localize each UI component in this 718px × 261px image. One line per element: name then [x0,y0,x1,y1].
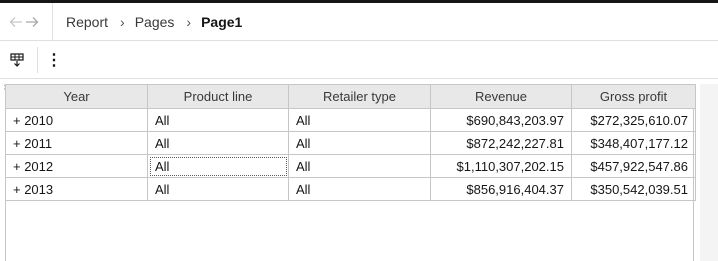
arrow-right-icon [26,17,39,27]
retailer-type-cell[interactable]: All [288,131,431,155]
gross-profit-cell[interactable]: $348,407,177.12 [571,131,696,155]
more-options-button[interactable]: ⋮ [42,41,66,79]
column-header-revenue[interactable]: Revenue [430,84,572,109]
product-line-cell[interactable]: All [147,177,289,201]
revenue-cell[interactable]: $1,110,307,202.15 [430,154,572,178]
product-line-cell[interactable]: All [147,131,289,155]
toolbar-divider [37,47,38,73]
retailer-type-cell[interactable]: All [288,108,431,132]
revenue-cell[interactable]: $690,843,203.97 [430,108,572,132]
year-cell[interactable]: + 2011 [5,131,148,155]
product-line-cell-selected[interactable]: All [147,154,289,178]
gross-profit-cell[interactable]: $272,325,610.07 [571,108,696,132]
breadcrumb: Report › Pages › Page1 [66,3,242,41]
table-filter-button[interactable] [2,41,32,79]
vertical-scrollbar[interactable] [700,84,718,261]
nav-divider [52,3,53,41]
revenue-cell[interactable]: $856,916,404.37 [430,177,572,201]
revenue-cell[interactable]: $872,242,227.81 [430,131,572,155]
table-row: + 2010 All All $690,843,203.97 $272,325,… [5,108,696,132]
retailer-type-cell[interactable]: All [288,177,431,201]
year-cell[interactable]: + 2012 [5,154,148,178]
table-row: + 2013 All All $856,916,404.37 $350,542,… [5,177,696,201]
chevron-right-icon: › [120,14,125,30]
forward-button[interactable] [20,3,44,41]
column-header-year[interactable]: Year [5,84,148,109]
breadcrumb-item-pages[interactable]: Pages [135,14,175,30]
table-row: + 2012 All All $1,110,307,202.15 $457,92… [5,154,696,178]
column-header-product-line[interactable]: Product line [147,84,289,109]
year-cell[interactable]: + 2010 [5,108,148,132]
product-line-cell[interactable]: All [147,108,289,132]
chevron-right-icon: › [186,14,192,30]
crosstab-table: Year Product line Retailer type Revenue … [5,84,696,201]
breadcrumb-item-page1: Page1 [201,14,243,30]
toolbar: ⋮ [0,41,718,79]
breadcrumb-bar: Report › Pages › Page1 [0,3,718,41]
retailer-type-cell[interactable]: All [288,154,431,178]
gross-profit-cell[interactable]: $350,542,039.51 [571,177,696,201]
column-header-gross-profit[interactable]: Gross profit [571,84,696,109]
gross-profit-cell[interactable]: $457,922,547.86 [571,154,696,178]
table-row: + 2011 All All $872,242,227.81 $348,407,… [5,131,696,155]
breadcrumb-item-report[interactable]: Report [66,14,108,30]
year-cell[interactable]: + 2013 [5,177,148,201]
column-header-retailer-type[interactable]: Retailer type [288,84,431,109]
table-filter-icon [10,53,24,67]
header-row: Year Product line Retailer type Revenue … [5,84,696,109]
